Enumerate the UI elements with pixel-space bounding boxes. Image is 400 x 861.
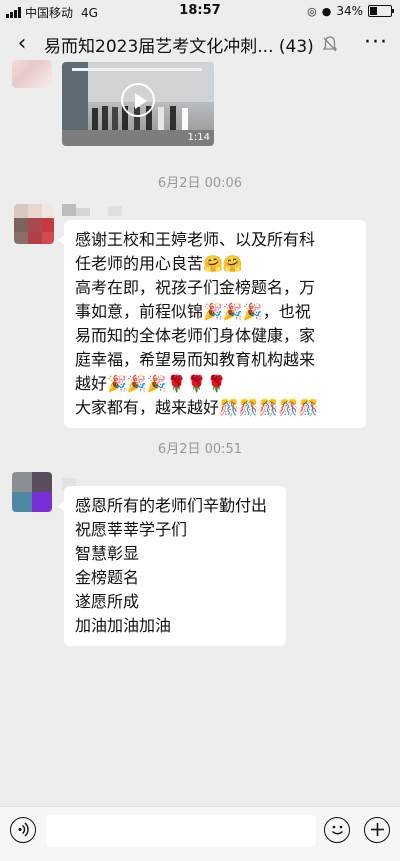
message-line: 遂愿所成 (75, 592, 140, 611)
message-line: 庭幸福，希望易而知教育机构越来 (75, 350, 316, 369)
message-line: 祝愿莘莘学子们 (75, 520, 188, 539)
chat-title: 易而知2023届艺考文化冲刺... (43) (44, 37, 314, 57)
avatar[interactable] (12, 472, 52, 512)
voice-waves-icon (18, 822, 29, 837)
video-message[interactable]: 1:14 (62, 62, 214, 146)
message-line: 易而知的全体老师们身体健康，家 (75, 326, 316, 345)
message-input[interactable] (46, 815, 316, 847)
avatar[interactable] (14, 204, 54, 244)
timestamp: 6月2日 00:51 (157, 442, 243, 457)
message-line: 智慧彰显 (75, 544, 140, 563)
avatar[interactable] (12, 60, 52, 88)
message-line: 感恩所有的老师们辛勤付出 (75, 496, 268, 515)
back-button[interactable]: ‹ (8, 30, 36, 58)
plus-icon[interactable] (364, 817, 390, 843)
sender-name-blurred (62, 204, 122, 216)
video-duration: 1:14 (187, 132, 210, 143)
message-line: 大家都有，越来越好🎊🎊🎊🎊🎊 (75, 398, 319, 417)
message-line: 加油加油加油 (75, 616, 172, 635)
battery-percent: 34% (336, 4, 363, 18)
status-right: ◎ ● 34% (307, 4, 394, 18)
input-bar (0, 806, 400, 861)
lock-rotation-icon: ● (321, 4, 332, 18)
message-bubble[interactable]: 感恩所有的老师们辛勤付出 祝愿莘莘学子们 智慧彰显 金榜题名 遂愿所成 加油加油… (58, 486, 286, 646)
message-line: 任老师的用心良苦🤗🤗 (75, 254, 243, 273)
message-line: 感谢王校和王婷老师、以及所有科 (75, 230, 316, 249)
smiley-face-icon (331, 825, 343, 835)
message-bubble[interactable]: 感谢王校和王婷老师、以及所有科 任老师的用心良苦🤗🤗 高考在即，祝孩子们金榜题名… (58, 220, 366, 428)
plus-glyph-icon (370, 823, 384, 836)
more-button[interactable]: ··· (364, 28, 388, 58)
message-line: 越好🎉🎉🎉🌹🌹🌹 (75, 374, 227, 393)
play-icon[interactable] (121, 83, 155, 117)
nav-bar: ‹ 易而知2023届艺考文化冲刺... (43) ··· (0, 24, 400, 64)
alarm-icon: ◎ (307, 4, 317, 18)
status-bar: 中国移动 4G 18:57 ◎ ● 34% (0, 0, 400, 24)
voice-icon[interactable] (10, 817, 36, 843)
message-line: 高考在即，祝孩子们金榜题名，万 (75, 278, 316, 297)
mute-bell-icon (322, 36, 338, 52)
timestamp: 6月2日 00:06 (157, 176, 243, 191)
battery-icon (368, 5, 394, 17)
message-line: 金榜题名 (75, 568, 140, 587)
message-line: 事如意，前程似锦🎉🎉🎉，也祝 (75, 302, 311, 321)
emoji-icon[interactable] (324, 817, 350, 843)
